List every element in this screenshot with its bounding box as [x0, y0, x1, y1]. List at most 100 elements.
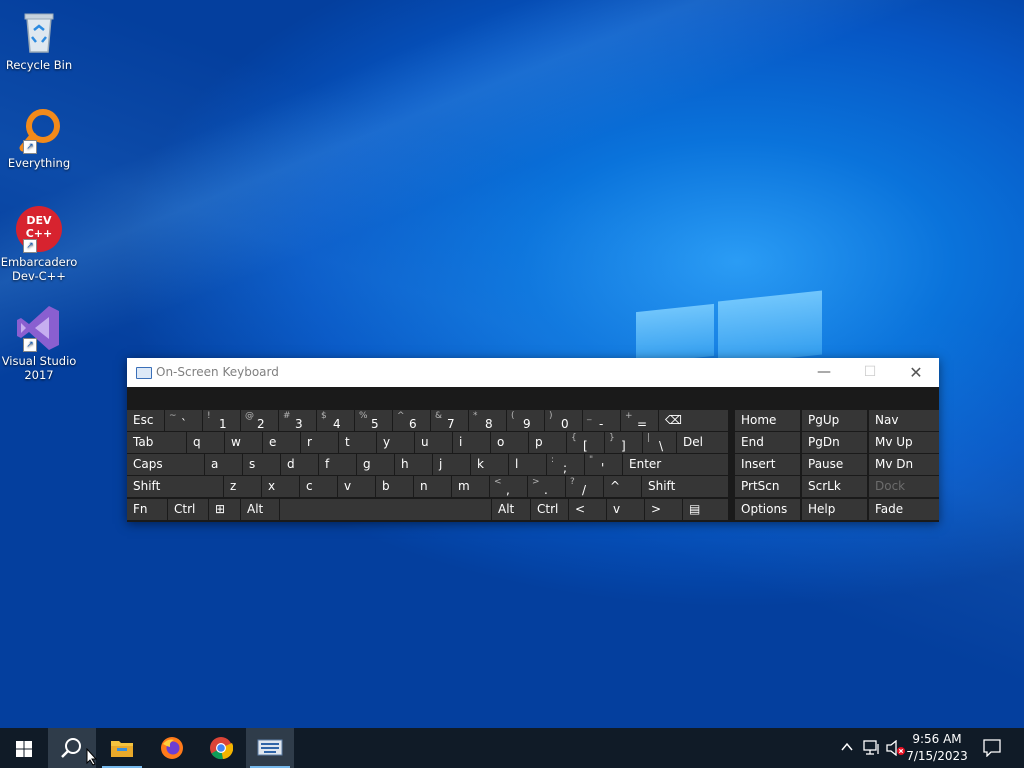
desktop-icon-devcpp[interactable]: DEV C++ ↗ Embarcadero Dev-C++ — [0, 205, 78, 283]
nav-key-nav[interactable]: Nav — [869, 410, 939, 431]
nav-key-help[interactable]: Help — [802, 499, 867, 520]
key-row4-6[interactable]: n — [414, 476, 451, 497]
nav-key-fade[interactable]: Fade — [869, 499, 939, 520]
key-row3-1[interactable]: a — [205, 454, 242, 475]
nav-key-prtscn[interactable]: PrtScn — [735, 476, 800, 497]
key-row1-8[interactable]: & 7 — [431, 410, 468, 431]
minimize-button[interactable]: — — [801, 358, 847, 387]
key-row2-1[interactable]: q — [187, 432, 224, 453]
key-row3-7[interactable]: j — [433, 454, 470, 475]
close-button[interactable]: ✕ — [893, 358, 939, 387]
key-row2-11[interactable]: {[ — [567, 432, 604, 453]
start-button[interactable] — [0, 728, 48, 768]
key-row4-11[interactable]: ^ — [604, 476, 641, 497]
key-label: w — [231, 435, 241, 449]
key-row3-10[interactable]: :; — [547, 454, 584, 475]
key-row3-5[interactable]: g — [357, 454, 394, 475]
nav-key-scrlk[interactable]: ScrLk — [802, 476, 867, 497]
search-button[interactable] — [48, 728, 98, 768]
key-row4-3[interactable]: c — [300, 476, 337, 497]
key-row3-4[interactable]: f — [319, 454, 356, 475]
action-center-button[interactable] — [976, 728, 1008, 768]
key-row5-1[interactable]: Ctrl — [168, 499, 208, 520]
key-row1-12[interactable]: _ - — [583, 410, 620, 431]
key-row5-8[interactable]: v — [607, 499, 644, 520]
key-row2-13[interactable]: | \ — [643, 432, 676, 453]
key-row1-1[interactable]: ~ ` — [165, 410, 202, 431]
nav-key-mv-dn[interactable]: Mv Dn — [869, 454, 939, 475]
key-row2-0[interactable]: Tab — [127, 432, 186, 453]
key-row1-6[interactable]: % 5 — [355, 410, 392, 431]
key-row5-9[interactable]: > — [645, 499, 682, 520]
title-bar[interactable]: On-Screen Keyboard — ☐ ✕ — [127, 358, 939, 387]
nav-key-end[interactable]: End — [735, 432, 800, 453]
key-row3-11[interactable]: " ' — [585, 454, 622, 475]
show-hidden-icons-button[interactable] — [838, 728, 856, 768]
key-row4-5[interactable]: b — [376, 476, 413, 497]
taskbar-firefox[interactable] — [148, 728, 196, 768]
key-row4-0[interactable]: Shift — [127, 476, 223, 497]
key-row1-13[interactable]: + = — [621, 410, 658, 431]
key-row1-0[interactable]: Esc — [127, 410, 164, 431]
nav-key-insert[interactable]: Insert — [735, 454, 800, 475]
key-row4-2[interactable]: x — [262, 476, 299, 497]
key-row1-10[interactable]: (9 — [507, 410, 544, 431]
key-row5-4[interactable] — [280, 499, 491, 520]
key-row1-11[interactable]: ) 0 — [545, 410, 582, 431]
key-row2-14[interactable]: Del — [677, 432, 728, 453]
key-row3-0[interactable]: Caps — [127, 454, 204, 475]
key-row4-10[interactable]: ? / — [566, 476, 603, 497]
key-row5-10[interactable]: ▤ — [683, 499, 728, 520]
nav-key-pgdn[interactable]: PgDn — [802, 432, 867, 453]
key-row3-9[interactable]: l — [509, 454, 546, 475]
desktop-icon-recycle-bin[interactable]: Recycle Bin — [0, 8, 78, 72]
key-row5-0[interactable]: Fn — [127, 499, 167, 520]
key-row3-6[interactable]: h — [395, 454, 432, 475]
key-main-label: 9 — [523, 417, 531, 431]
nav-key-home[interactable]: Home — [735, 410, 800, 431]
nav-key-mv-up[interactable]: Mv Up — [869, 432, 939, 453]
key-row5-6[interactable]: Ctrl — [531, 499, 568, 520]
key-row2-4[interactable]: r — [301, 432, 338, 453]
key-row5-7[interactable]: < — [569, 499, 606, 520]
key-row3-8[interactable]: k — [471, 454, 508, 475]
key-row2-12[interactable]: }] — [605, 432, 642, 453]
key-row5-3[interactable]: Alt — [241, 499, 279, 520]
key-row2-9[interactable]: o — [491, 432, 528, 453]
key-row1-9[interactable]: * 8 — [469, 410, 506, 431]
key-row2-6[interactable]: y — [377, 432, 414, 453]
taskbar-chrome[interactable] — [197, 728, 245, 768]
key-row3-12[interactable]: Enter — [623, 454, 728, 475]
key-row5-5[interactable]: Alt — [492, 499, 530, 520]
key-row2-5[interactable]: t — [339, 432, 376, 453]
network-button[interactable] — [860, 728, 882, 768]
key-row1-3[interactable]: @2 — [241, 410, 278, 431]
key-row1-7[interactable]: ^ 6 — [393, 410, 430, 431]
key-row3-2[interactable]: s — [243, 454, 280, 475]
key-row2-10[interactable]: p — [529, 432, 566, 453]
key-row2-2[interactable]: w — [225, 432, 262, 453]
key-row4-9[interactable]: >. — [528, 476, 565, 497]
key-row2-8[interactable]: i — [453, 432, 490, 453]
desktop-icon-visual-studio[interactable]: ↗ Visual Studio 2017 — [0, 304, 78, 382]
key-row4-1[interactable]: z — [224, 476, 261, 497]
key-row4-4[interactable]: v — [338, 476, 375, 497]
key-row4-7[interactable]: m — [452, 476, 489, 497]
key-row1-14[interactable]: ⌫ — [659, 410, 728, 431]
key-row5-2[interactable]: ⊞ — [209, 499, 240, 520]
nav-key-pause[interactable]: Pause — [802, 454, 867, 475]
key-row1-5[interactable]: $4 — [317, 410, 354, 431]
key-row4-12[interactable]: Shift — [642, 476, 728, 497]
nav-key-options[interactable]: Options — [735, 499, 800, 520]
key-row2-7[interactable]: u — [415, 432, 452, 453]
desktop-icon-everything[interactable]: ↗ Everything — [0, 106, 78, 170]
taskbar-file-explorer[interactable] — [98, 728, 146, 768]
clock[interactable]: 9:56 AM 7/15/2023 — [902, 731, 972, 765]
nav-key-pgup[interactable]: PgUp — [802, 410, 867, 431]
key-row4-8[interactable]: <, — [490, 476, 527, 497]
key-row1-2[interactable]: ! 1 — [203, 410, 240, 431]
taskbar-on-screen-keyboard[interactable] — [246, 728, 294, 768]
key-row2-3[interactable]: e — [263, 432, 300, 453]
key-row3-3[interactable]: d — [281, 454, 318, 475]
key-row1-4[interactable]: #3 — [279, 410, 316, 431]
